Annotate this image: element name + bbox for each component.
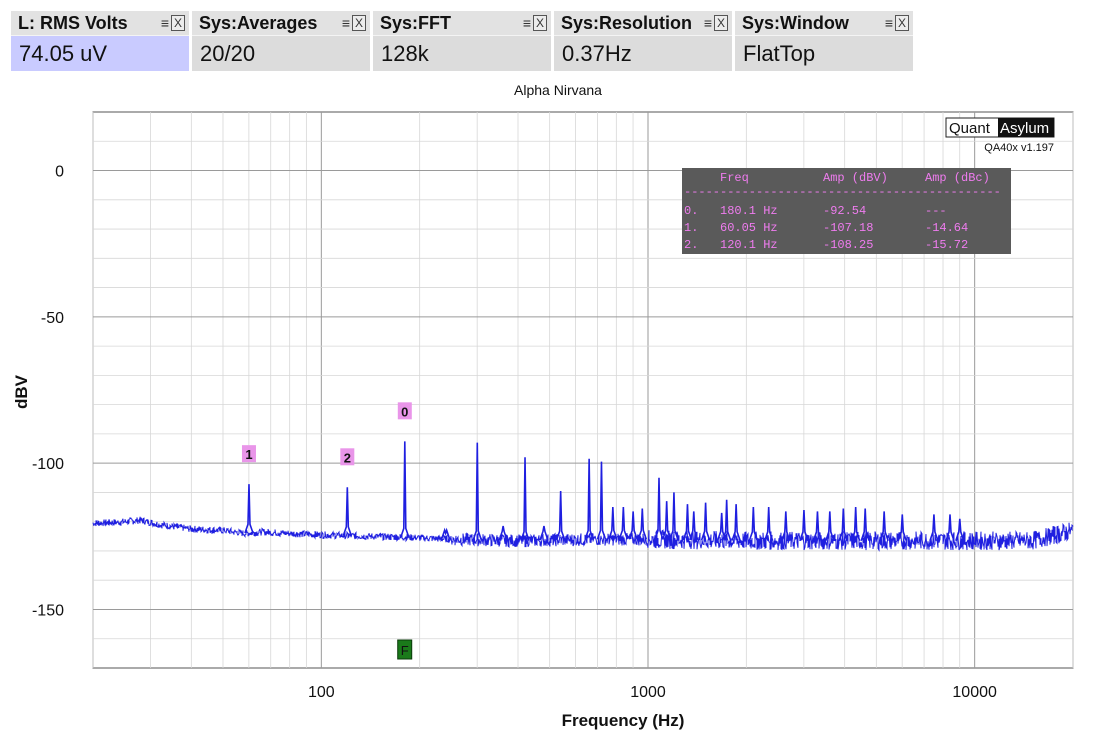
close-icon[interactable]: X [352,15,366,31]
y-axis-label: dBV [12,374,31,409]
meter-bar: L: RMS Volts ≡ X 74.05 uV Sys:Averages ≡… [11,11,913,71]
meter-averages[interactable]: Sys:Averages ≡ X 20/20 [192,11,370,71]
readout-cell: -107.18 [823,221,873,235]
meter-title: Sys:Averages [199,12,318,33]
readout-cell: 1. [684,221,698,235]
y-tick-label: 0 [55,164,64,181]
menu-icon[interactable]: ≡ [342,16,350,30]
meter-window[interactable]: Sys:Window ≡ X FlatTop [735,11,913,71]
meter-rms-volts[interactable]: L: RMS Volts ≡ X 74.05 uV [11,11,189,71]
meter-controls: ≡ X [342,15,366,31]
meter-value: FlatTop [735,35,913,71]
y-tick-label: -150 [32,602,64,619]
close-icon[interactable]: X [171,15,185,31]
meter-controls: ≡ X [704,15,728,31]
readout-cell: 180.1 Hz [720,204,778,218]
y-tick-label: -100 [32,456,64,473]
readout-cell: -108.25 [823,238,873,252]
fft-chart[interactable]: 0 -50 -100 -150 100 1000 10000 Frequency (Hz) dB… [0,76,1117,741]
meter-controls: ≡ X [161,15,185,31]
x-tick-label: 100 [308,684,335,701]
x-axis-label: Frequency (Hz) [562,711,685,730]
meter-value: 74.05 uV [11,35,189,71]
chart-title: Alpha Nirvana [514,82,602,98]
meter-title: Sys:Resolution [561,12,693,33]
freq-marker-label: F [401,643,409,658]
menu-icon[interactable]: ≡ [161,16,169,30]
readout-header: Freq [720,171,749,185]
meter-header: Sys:Window ≡ X [735,11,913,35]
close-icon[interactable]: X [533,15,547,31]
readout-cell: 0. [684,204,698,218]
meter-header: L: RMS Volts ≡ X [11,11,189,35]
x-tick-label: 1000 [630,684,666,701]
meter-controls: ≡ X [885,15,909,31]
readout-separator: ----------------------------------------… [684,185,1001,199]
meter-value: 0.37Hz [554,35,732,71]
close-icon[interactable]: X [895,15,909,31]
menu-icon[interactable]: ≡ [885,16,893,30]
readout-cell: -92.54 [823,204,866,218]
readout-cell: 120.1 Hz [720,238,778,252]
meter-header: Sys:FFT ≡ X [373,11,551,35]
meter-title: L: RMS Volts [18,12,128,33]
y-tick-label: -50 [41,310,64,327]
logo-right: Asylum [1000,120,1049,137]
menu-icon[interactable]: ≡ [523,16,531,30]
menu-icon[interactable]: ≡ [704,16,712,30]
meter-controls: ≡ X [523,15,547,31]
marker-label: 1 [245,447,252,462]
readout-header: Amp (dBc) [925,171,990,185]
meter-title: Sys:Window [742,12,849,33]
readout-cell: 2. [684,238,698,252]
readout-cell: -14.64 [925,221,968,235]
meter-value: 128k [373,35,551,71]
meter-header: Sys:Averages ≡ X [192,11,370,35]
readout-cell: --- [925,204,947,218]
readout-cell: -15.72 [925,238,968,252]
logo-left: Quant [949,120,991,137]
marker-label: 2 [344,450,351,465]
meter-value: 20/20 [192,35,370,71]
meter-fft[interactable]: Sys:FFT ≡ X 128k [373,11,551,71]
readout-header: Amp (dBV) [823,171,888,185]
meter-title: Sys:FFT [380,12,452,33]
meter-resolution[interactable]: Sys:Resolution ≡ X 0.37Hz [554,11,732,71]
meter-header: Sys:Resolution ≡ X [554,11,732,35]
close-icon[interactable]: X [714,15,728,31]
readout-cell: 60.05 Hz [720,221,778,235]
version-label: QA40x v1.197 [984,142,1054,154]
marker-label: 0 [401,404,408,419]
x-tick-label: 10000 [952,684,997,701]
